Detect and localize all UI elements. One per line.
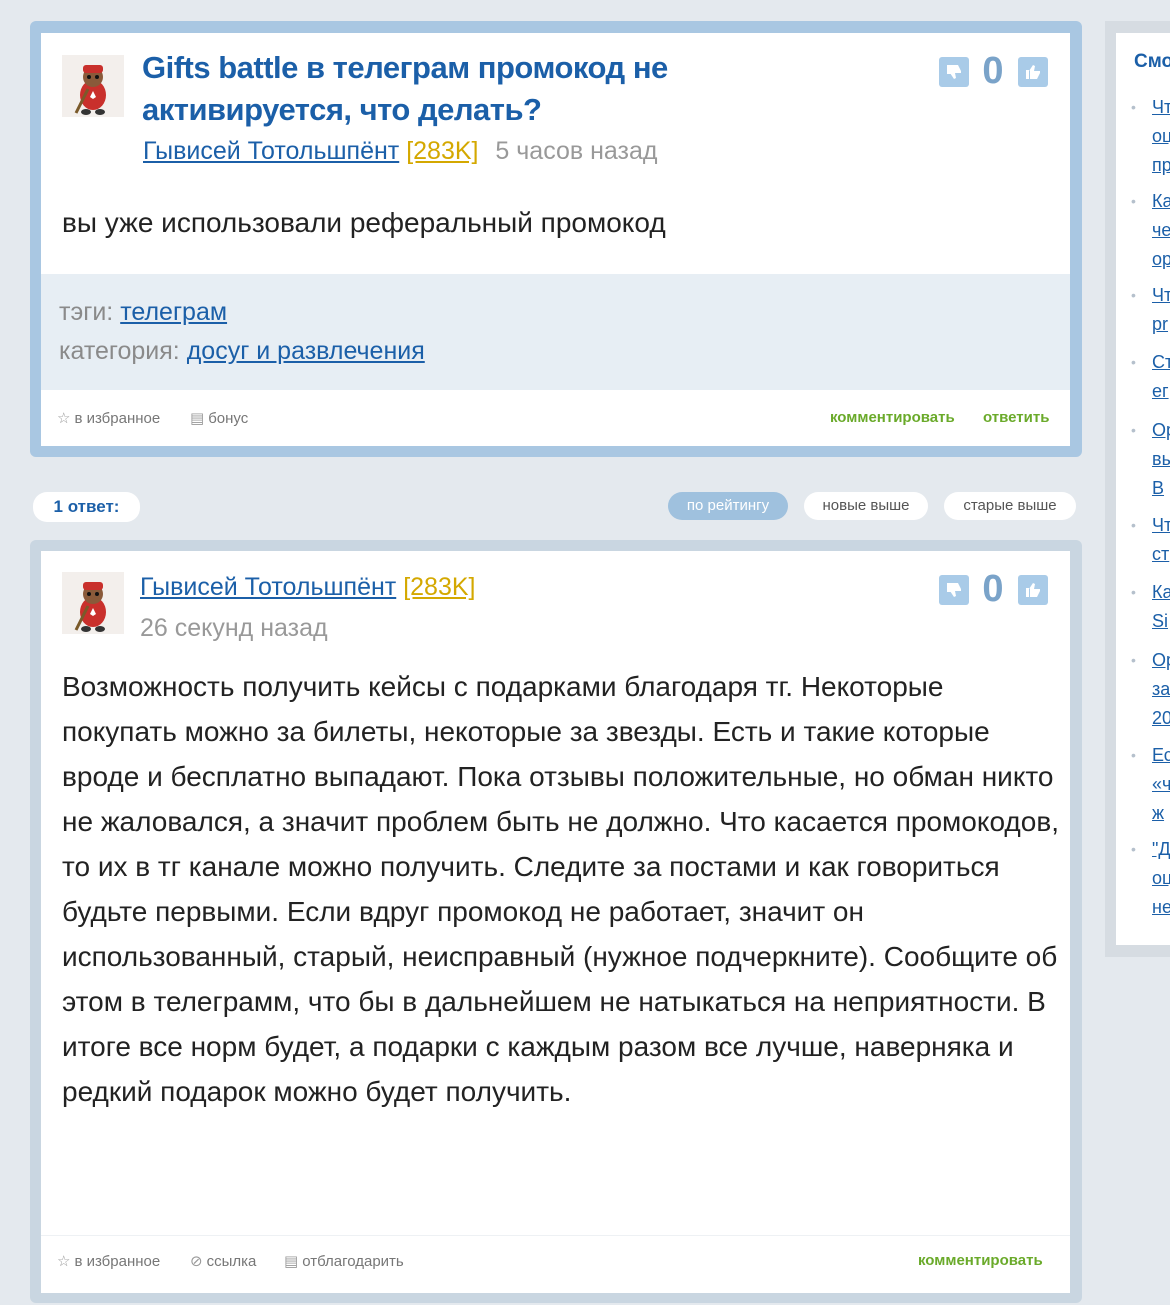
answer-body: Возможность получить кейсы с подарками б… <box>62 671 1059 1107</box>
favorite-button[interactable]: ☆ в избранное <box>57 409 160 427</box>
thumb-up-icon <box>1026 583 1040 597</box>
bullet-icon: • <box>1131 584 1136 600</box>
question-vote: 0 <box>939 50 1049 98</box>
tag-link[interactable]: телеграм <box>120 298 227 326</box>
bullet-icon: • <box>1131 652 1136 668</box>
bullet-icon: • <box>1131 354 1136 370</box>
tags-label: тэги: <box>59 298 114 326</box>
author-link[interactable]: Гывисей Тотольшпёнт <box>140 573 396 601</box>
sidebar-item-link[interactable]: Чт ст <box>1152 511 1170 569</box>
comment-button[interactable]: комментировать <box>918 1252 1043 1269</box>
bullet-icon: • <box>1131 287 1136 303</box>
vote-up-button[interactable] <box>1018 575 1048 605</box>
avatar[interactable] <box>62 572 124 634</box>
bullet-icon: • <box>1131 99 1136 115</box>
answers-count: 1 ответ: <box>33 492 140 522</box>
thumb-down-icon <box>947 65 961 79</box>
avatar[interactable] <box>62 55 124 117</box>
vote-up-button[interactable] <box>1018 57 1048 87</box>
answer-button[interactable]: ответить <box>983 409 1049 426</box>
sort-oldest[interactable]: старые выше <box>944 492 1076 520</box>
question-meta <box>41 274 1070 390</box>
sidebar-title: Смо <box>1134 51 1170 72</box>
sidebar-item-link[interactable]: Чт оц пр <box>1152 93 1170 180</box>
bullet-icon: • <box>1131 841 1136 857</box>
vote-down-button[interactable] <box>939 575 969 605</box>
thumb-down-icon <box>947 583 961 597</box>
thank-icon: ▤ <box>284 1253 299 1270</box>
sidebar-item-link[interactable]: Чт pr <box>1152 281 1170 339</box>
favorite-button[interactable]: ☆ в избранное <box>57 1252 160 1270</box>
vote-count: 0 <box>982 568 1004 610</box>
link-button[interactable]: ⊘ ссылка <box>190 1252 256 1270</box>
bonus-button[interactable]: ▤ бонус <box>190 409 248 427</box>
sidebar-item-link[interactable]: Орза20 <box>1152 646 1170 733</box>
bonus-icon: ▤ <box>190 410 205 427</box>
question-time: 5 часов назад <box>495 137 658 165</box>
sidebar-item-link[interactable]: Ст ег <box>1152 348 1170 406</box>
author-rank[interactable]: [283K] <box>406 137 478 165</box>
sort-newest[interactable]: новые выше <box>804 492 928 520</box>
sidebar-item-link[interactable]: "Д оц не <box>1152 835 1170 922</box>
category-link[interactable]: досуг и развлечения <box>187 337 425 365</box>
thumb-up-icon <box>1026 65 1040 79</box>
answer-time: 26 секунд назад <box>140 614 328 642</box>
category-label: категория: <box>59 337 180 365</box>
star-icon: ☆ <box>57 1253 71 1270</box>
star-icon: ☆ <box>57 410 71 427</box>
bullet-icon: • <box>1131 517 1136 533</box>
vote-count: 0 <box>982 50 1004 92</box>
answer-vote: 0 <box>939 568 1049 616</box>
link-icon: ⊘ <box>190 1253 203 1270</box>
comment-button[interactable]: комментировать <box>830 409 955 426</box>
sort-by-rating[interactable]: по рейтингу <box>668 492 788 520</box>
category-row: категория: досуг и развлечения <box>59 337 425 366</box>
question-title[interactable]: Gifts battle в телеграм промокод не акти… <box>142 47 782 131</box>
bullet-icon: • <box>1131 747 1136 763</box>
author-rank[interactable]: [283K] <box>403 573 475 601</box>
sidebar-item-link[interactable]: Ка Si <box>1152 578 1170 636</box>
author-link[interactable]: Гывисей Тотольшпёнт <box>143 137 399 165</box>
question-body: вы уже использовали реферальный промокод <box>62 207 666 238</box>
vote-down-button[interactable] <box>939 57 969 87</box>
answer-footer-bar <box>41 1235 1070 1236</box>
tags-row: тэги: телеграм <box>59 298 227 327</box>
sidebar-item-link[interactable]: Ес «ч ж <box>1152 741 1170 828</box>
bullet-icon: • <box>1131 193 1136 209</box>
question-author-line: Гывисей Тотольшпёнт [283K] 5 часов назад <box>143 137 658 166</box>
sidebar-item-link[interactable]: ОрвыВ <box>1152 416 1170 503</box>
sidebar-item-link[interactable]: Ка че ор <box>1152 187 1170 274</box>
answer-author-line: Гывисей Тотольшпёнт [283K] <box>140 573 475 602</box>
thank-button[interactable]: ▤ отблагодарить <box>284 1252 404 1270</box>
bullet-icon: • <box>1131 422 1136 438</box>
